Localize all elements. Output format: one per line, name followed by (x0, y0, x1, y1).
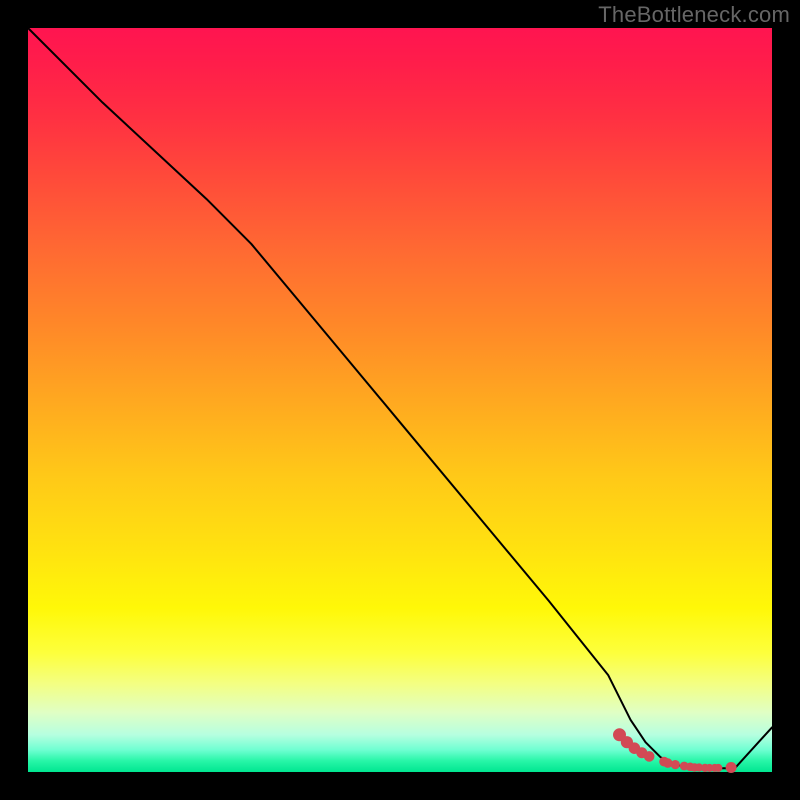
marker-dot (671, 761, 679, 769)
marker-dot (715, 764, 722, 771)
chart-stage: TheBottleneck.com (0, 0, 800, 800)
main-curve (28, 28, 772, 768)
marker-cluster (614, 729, 737, 773)
watermark-text: TheBottleneck.com (598, 2, 790, 28)
plot-area (28, 28, 772, 772)
marker-dot (664, 759, 673, 768)
marker-dot (726, 763, 736, 773)
chart-svg (28, 28, 772, 772)
marker-dot (644, 752, 654, 762)
